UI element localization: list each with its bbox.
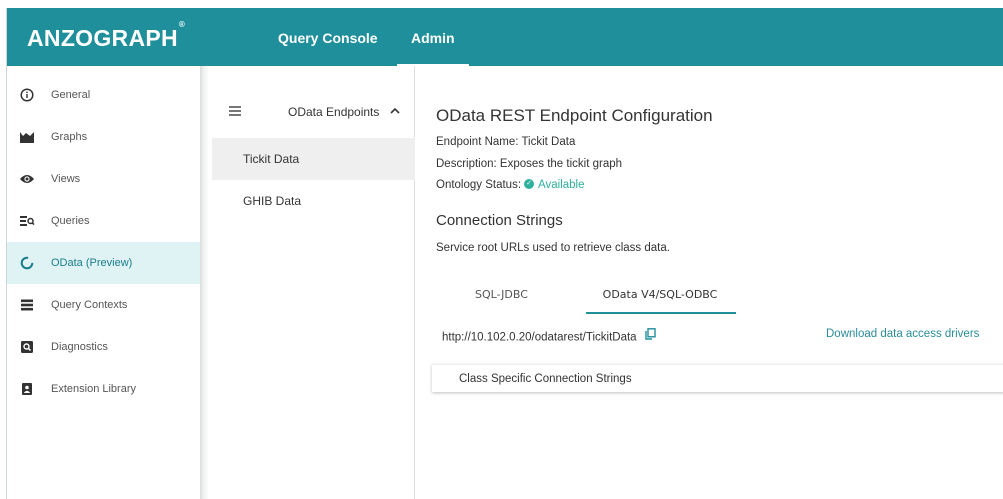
sidebar-item-label: Graphs (51, 131, 88, 143)
endpoint-item-tickit[interactable]: Tickit Data (212, 138, 415, 180)
diagnostics-icon (19, 339, 35, 355)
connection-strings-title: Connection Strings (436, 212, 563, 229)
eye-icon (19, 171, 35, 187)
endpoints-header[interactable]: OData Endpoints (212, 102, 415, 124)
page-title: OData REST Endpoint Configuration (436, 106, 713, 125)
sidebar-item-label: OData (Preview) (51, 257, 133, 269)
class-panel-label: Class Specific Connection Strings (459, 373, 632, 385)
tab-sql-jdbc[interactable]: SQL-JDBC (475, 288, 545, 322)
sidebar-item-queries[interactable]: Queries (7, 200, 200, 242)
connection-tabs: SQL-JDBC OData V4/SQL-ODBC (436, 276, 996, 314)
ontology-status-label: Ontology Status: (436, 179, 522, 191)
endpoint-item-label: GHIB Data (243, 194, 302, 208)
connection-url: http://10.102.0.20/odatarest/TickitData (442, 331, 637, 344)
sidebar-item-diagnostics[interactable]: Diagnostics (7, 326, 200, 368)
chevron-up-icon[interactable] (390, 104, 400, 118)
check-circle-icon: ✓ (524, 178, 535, 189)
status-badge: Available (538, 179, 585, 191)
sidebar-item-views[interactable]: Views (7, 158, 200, 200)
tab-odata-odbc[interactable]: OData V4/SQL-ODBC (585, 276, 735, 310)
logo-registered-mark: ® (178, 20, 186, 30)
graph-icon (19, 129, 35, 145)
endpoints-panel: OData Endpoints Tickit Data GHIB Data (212, 66, 415, 499)
sidebar-item-label: Extension Library (51, 383, 136, 395)
sidebar-item-label: Diagnostics (51, 341, 108, 353)
tab-active-indicator (586, 312, 736, 314)
endpoint-name: Endpoint Name: Tickit Data (436, 136, 576, 148)
endpoints-title: OData Endpoints (288, 105, 380, 119)
endpoint-item-label: Tickit Data (243, 152, 300, 166)
endpoint-config: OData REST Endpoint Configuration Endpoi… (427, 66, 1003, 499)
sidebar-item-extension-library[interactable]: Extension Library (7, 368, 200, 410)
sidebar-item-label: Query Contexts (51, 299, 128, 311)
sidebar-item-label: General (51, 89, 91, 101)
logo-text: ANZOGRAPH (27, 25, 178, 51)
connection-strings-desc: Service root URLs used to retrieve class… (436, 242, 670, 254)
app-logo: ANZOGRAPH® (27, 20, 185, 52)
sidebar-item-label: Views (51, 173, 81, 185)
queries-icon (19, 213, 35, 229)
sidebar-divider (200, 66, 208, 499)
sidebar-item-graphs[interactable]: Graphs (7, 116, 200, 158)
endpoint-item-ghib[interactable]: GHIB Data (212, 180, 415, 222)
odata-icon (19, 255, 35, 271)
sidebar-item-general[interactable]: General (7, 74, 200, 116)
copy-icon[interactable] (645, 328, 656, 343)
library-icon (19, 381, 35, 397)
sidebar-item-label: Queries (51, 215, 90, 227)
nav-admin[interactable]: Admin (411, 30, 455, 46)
info-icon (19, 87, 35, 103)
menu-icon[interactable] (229, 106, 241, 116)
download-drivers-link[interactable]: Download data access drivers (826, 328, 979, 340)
ontology-status: Ontology Status: ✓ Available (436, 178, 585, 191)
endpoint-description: Description: Exposes the tickit graph (436, 158, 623, 170)
app-frame: ANZOGRAPH® Query Console Admin General G… (6, 8, 1003, 499)
sidebar: General Graphs Views Queries OData (Prev… (7, 66, 200, 499)
nav-query-console[interactable]: Query Console (278, 30, 378, 46)
list-icon (19, 297, 35, 313)
class-connection-strings-panel[interactable]: Class Specific Connection Strings (432, 364, 1003, 392)
top-bar: ANZOGRAPH® Query Console Admin (7, 8, 1003, 67)
sidebar-item-odata[interactable]: OData (Preview) (7, 242, 200, 284)
connection-url-row: http://10.102.0.20/odatarest/TickitData (442, 328, 656, 345)
sidebar-item-query-contexts[interactable]: Query Contexts (7, 284, 200, 326)
